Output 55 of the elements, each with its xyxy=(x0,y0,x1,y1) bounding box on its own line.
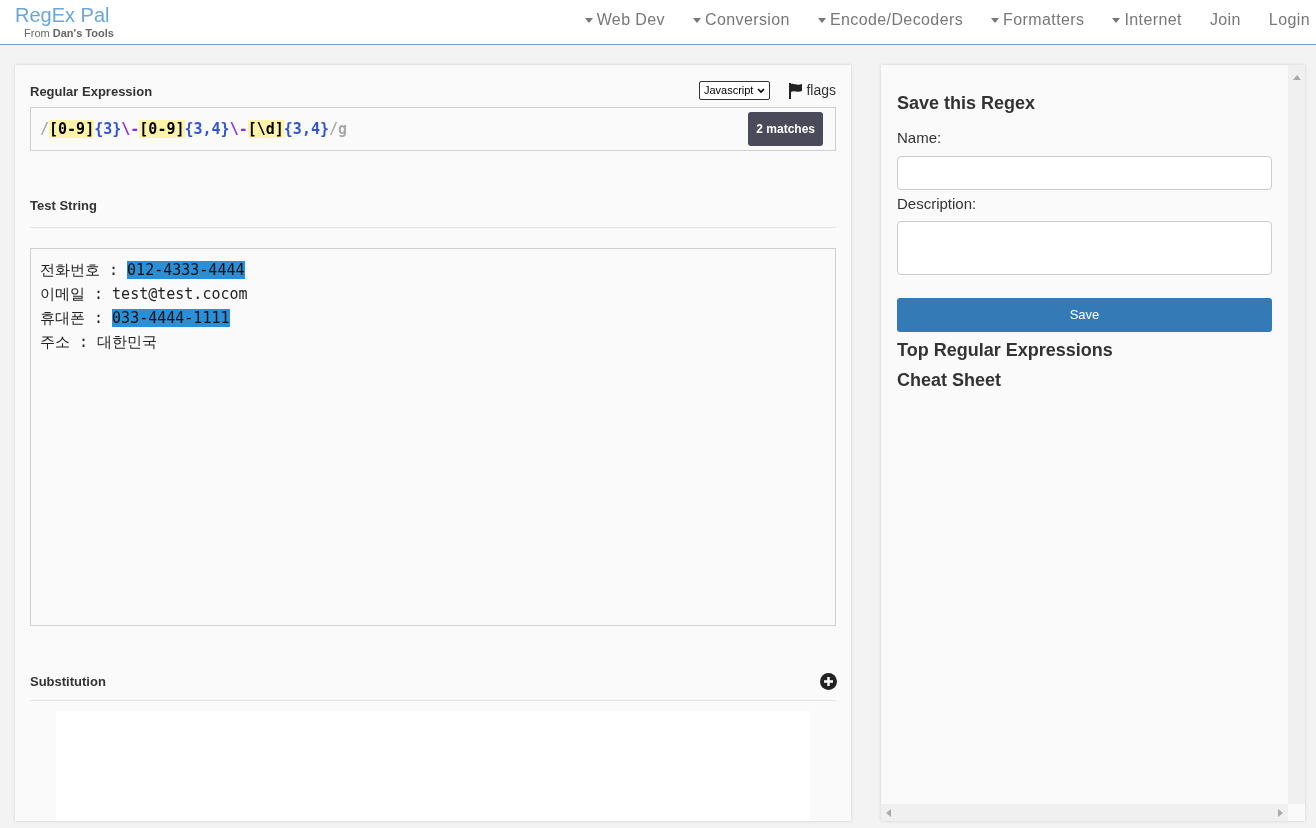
arrow-up-icon[interactable] xyxy=(1292,75,1301,80)
flavor-select[interactable]: Javascript xyxy=(698,81,771,100)
horizontal-scrollbar[interactable] xyxy=(881,804,1288,821)
plus-icon[interactable] xyxy=(820,673,837,691)
vertical-scrollbar[interactable] xyxy=(1288,65,1305,804)
match-count-badge: 2 matches xyxy=(748,112,823,146)
caret-icon xyxy=(692,17,701,23)
regex-char-class: [\d] xyxy=(247,119,284,138)
regex-char-class: [0-9] xyxy=(49,119,95,138)
regex-char-class: [0-9] xyxy=(139,119,185,138)
regex-token: {3,4} xyxy=(283,119,329,138)
nav-link[interactable]: Login xyxy=(1268,8,1310,32)
regex-token: / xyxy=(40,119,50,138)
nav-menu[interactable]: Internet xyxy=(1112,8,1182,32)
section-link[interactable]: Top Regular Expressions xyxy=(897,338,1272,362)
section-heading: Test String xyxy=(30,198,97,213)
regex-token: {3} xyxy=(94,119,122,138)
section-link[interactable]: Cheat Sheet xyxy=(897,368,1272,392)
nav-menu[interactable]: Conversion xyxy=(692,8,790,32)
caret-icon xyxy=(817,17,826,23)
match-highlight: 012-4333-4444 xyxy=(127,261,245,279)
regex-token: /g xyxy=(329,119,348,138)
test-text: 이메일 : test@test.cocom xyxy=(40,285,248,303)
flag-icon xyxy=(788,82,804,99)
panel-heading: Save this Regex xyxy=(897,92,1037,115)
field-label: Name: xyxy=(897,128,943,148)
flags-toggle[interactable]: flags xyxy=(788,80,836,101)
description-input[interactable] xyxy=(897,221,1272,275)
save-button[interactable]: Save xyxy=(897,298,1272,332)
arrow-right-icon[interactable] xyxy=(1278,808,1283,817)
nav-menu[interactable]: Encode/Decoders xyxy=(817,8,964,32)
test-text: 주소 : 대한민국 xyxy=(40,333,158,351)
caret-icon xyxy=(584,17,593,23)
regex-token: {3,4} xyxy=(184,119,230,138)
arrow-left-icon[interactable] xyxy=(886,808,891,817)
brand-title[interactable]: RegEx Pal xyxy=(15,3,114,27)
test-text: 전화번호 : xyxy=(40,261,120,279)
test-text: 휴대폰 : xyxy=(40,309,105,327)
regex-input[interactable]: /[0-9]{3}\-[0-9]{3,4}\-[\d]{3,4}/g 2 matches xyxy=(30,107,836,151)
section-heading: Substitution xyxy=(30,673,106,691)
caret-icon xyxy=(1112,17,1121,23)
nav-menu[interactable]: Formatters xyxy=(991,8,1085,32)
brand-subtitle: From Dan's Tools xyxy=(23,27,114,40)
section-heading: Regular Expression xyxy=(30,82,153,101)
nav-link[interactable]: Join xyxy=(1209,8,1241,32)
substitution-area[interactable] xyxy=(56,710,810,821)
match-highlight: 033-4444-1111 xyxy=(112,309,230,327)
field-label: Description: xyxy=(897,193,978,214)
regex-token: \- xyxy=(121,119,140,138)
test-string-area[interactable]: 전화번호 : 012-4333-4444 이메일 : test@test.cocom 휴대폰 : 033-4444-1111 주소 : 대한민국 xyxy=(30,248,836,626)
chevron-icon xyxy=(757,87,766,94)
caret-icon xyxy=(991,17,1000,23)
nav-menu[interactable]: Web Dev xyxy=(584,8,665,32)
name-input[interactable] xyxy=(897,155,1272,190)
regex-token: \- xyxy=(229,119,248,138)
